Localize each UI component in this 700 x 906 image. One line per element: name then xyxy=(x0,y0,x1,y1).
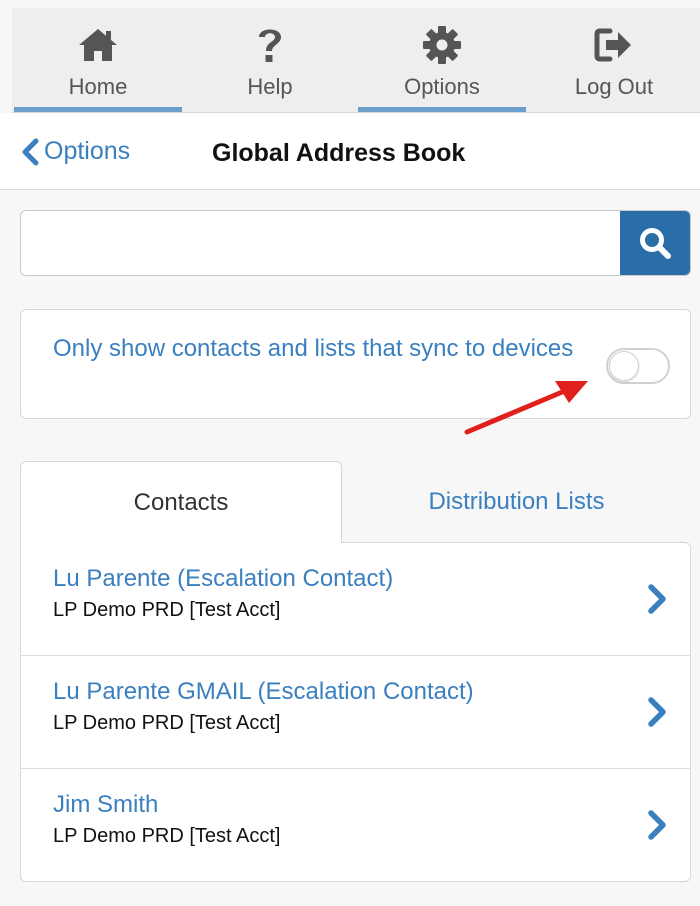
contact-account: LP Demo PRD [Test Acct] xyxy=(53,599,281,621)
nav-item-help[interactable]: Help xyxy=(184,8,356,112)
search-icon xyxy=(640,228,671,259)
nav-label-options: Options xyxy=(404,74,480,99)
page-title: Global Address Book xyxy=(212,139,466,167)
gear-icon xyxy=(419,22,465,68)
search-input[interactable] xyxy=(21,211,621,275)
top-nav: Home Help Options Log Out xyxy=(12,8,700,113)
sync-filter-toggle[interactable] xyxy=(606,348,670,384)
chevron-right-icon xyxy=(648,584,666,614)
contact-account: LP Demo PRD [Test Acct] xyxy=(53,825,281,847)
nav-item-options[interactable]: Options xyxy=(356,8,528,112)
chevron-right-icon xyxy=(648,697,666,727)
back-button-label: Options xyxy=(44,137,131,165)
contact-list: Lu Parente (Escalation Contact) LP Demo … xyxy=(20,542,691,882)
nav-active-indicator xyxy=(358,107,526,112)
list-item[interactable]: Jim Smith LP Demo PRD [Test Acct] xyxy=(21,769,690,881)
sync-filter-label: Only show contacts and lists that sync t… xyxy=(53,335,574,362)
page-header: Options Global Address Book xyxy=(0,113,700,190)
chevron-left-icon xyxy=(22,138,39,165)
tab-distribution-lists[interactable]: Distribution Lists xyxy=(342,461,691,543)
list-item[interactable]: Lu Parente (Escalation Contact) LP Demo … xyxy=(21,543,690,656)
help-icon xyxy=(247,22,293,68)
nav-item-logout[interactable]: Log Out xyxy=(528,8,700,112)
sync-filter-card: Only show contacts and lists that sync t… xyxy=(20,309,691,419)
nav-label-help: Help xyxy=(247,74,293,99)
nav-active-indicator xyxy=(14,107,182,112)
contact-account: LP Demo PRD [Test Acct] xyxy=(53,712,281,734)
toggle-knob xyxy=(609,351,639,381)
contact-name: Jim Smith xyxy=(53,791,159,818)
chevron-right-icon xyxy=(648,810,666,840)
search-box xyxy=(20,210,691,276)
tab-bar: Contacts Distribution Lists xyxy=(20,461,691,543)
contact-name: Lu Parente GMAIL (Escalation Contact) xyxy=(53,678,474,705)
nav-item-home[interactable]: Home xyxy=(12,8,184,112)
logout-icon xyxy=(591,22,637,68)
home-icon xyxy=(75,22,121,68)
nav-label-home: Home xyxy=(68,74,128,99)
contact-name: Lu Parente (Escalation Contact) xyxy=(53,565,394,592)
nav-label-logout: Log Out xyxy=(574,74,654,99)
search-button[interactable] xyxy=(620,211,690,275)
list-item[interactable]: Lu Parente GMAIL (Escalation Contact) LP… xyxy=(21,656,690,769)
tab-contacts[interactable]: Contacts xyxy=(20,461,342,543)
back-button[interactable]: Options xyxy=(20,137,130,166)
